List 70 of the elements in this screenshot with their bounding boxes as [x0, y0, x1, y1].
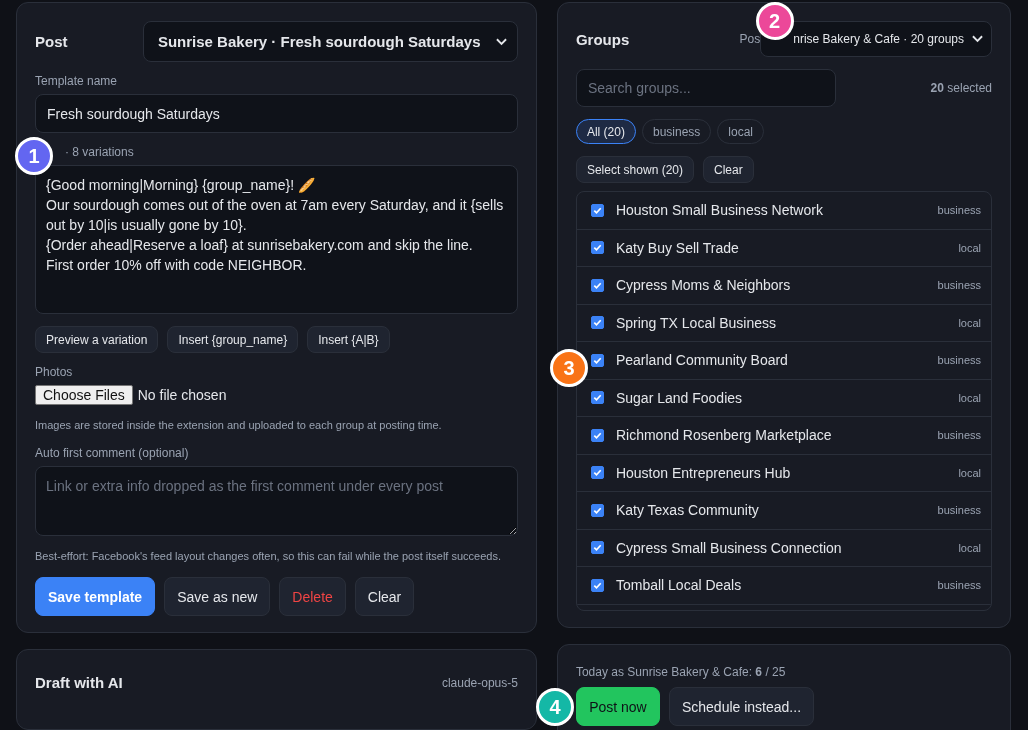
checkbox[interactable] — [590, 391, 604, 405]
action-button[interactable]: Delete — [279, 577, 346, 616]
group-tag: local — [958, 541, 981, 554]
bulk-button[interactable]: Select shown (20) — [575, 156, 694, 183]
checkbox[interactable] — [590, 428, 604, 442]
posting-label: Pos — [739, 32, 761, 46]
checkbox[interactable] — [590, 503, 604, 517]
group-name: Tomball Local Deals — [615, 577, 743, 594]
panel-title: Draft with AI — [35, 674, 123, 691]
checkbox[interactable] — [590, 316, 604, 330]
group-name: Katy Buy Sell Trade — [615, 239, 740, 256]
group-tag: business — [937, 354, 981, 367]
group-tag: local — [958, 241, 981, 254]
group-name: Katy Texas Community — [615, 502, 760, 519]
filter-chip[interactable]: All (20) — [575, 119, 636, 144]
post-text-field[interactable]: {Good morning|Morning} {group_name}! 🥖 Our sourdough comes out of the oven at 7am every Saturday, and it {sells out by 10|is usually gone by 10}. {Order ahead|Reserve a loaf} at sunrisebakery.com and skip the line. First order 10% off with code NEIGHBOR. — [35, 165, 518, 314]
group-tag: local — [958, 391, 981, 404]
group-tag: business — [937, 429, 981, 442]
checkbox[interactable] — [590, 541, 604, 555]
action-button[interactable]: Save as new — [164, 577, 271, 616]
checkbox[interactable] — [590, 466, 604, 480]
insert-button[interactable]: Insert {group_name} — [167, 326, 299, 353]
choose-files-button[interactable]: Choose Files — [35, 385, 133, 405]
step-marker: 3 — [549, 349, 588, 387]
group-tag: business — [937, 279, 981, 292]
hint-text: Best-effort: Facebook's feed layout changes often, so this can fail while the post itself succeeds. — [35, 549, 502, 564]
group-tag: business — [937, 504, 981, 517]
checkbox[interactable] — [590, 353, 604, 367]
insert-button[interactable]: Insert {A|B} — [307, 326, 390, 353]
template-name-field[interactable]: Fresh sourdough Saturdays — [35, 94, 518, 133]
action-button[interactable]: Clear — [354, 577, 415, 616]
file-status: No file chosen — [137, 387, 227, 403]
hint-text: Images are stored inside the extension and uploaded to each group at posting time. — [35, 418, 443, 433]
search-field[interactable]: Search groups... — [575, 69, 836, 107]
group-name: Sugar Land Foodies — [615, 389, 744, 406]
step-marker: 1 — [15, 137, 53, 175]
group-name: Richmond Rosenberg Marketplace — [615, 427, 833, 444]
group-tag: business — [937, 579, 981, 592]
group-name: Cypress Moms & Neighbors — [615, 277, 792, 294]
panel-title: Groups — [575, 30, 630, 48]
group-tag: business — [937, 204, 981, 217]
checkbox[interactable] — [590, 578, 604, 592]
checkbox[interactable] — [590, 203, 604, 217]
bulk-button[interactable]: Clear — [703, 156, 754, 183]
panel-title: Post — [35, 33, 68, 50]
group-name: Cypress Small Business Connection — [615, 539, 843, 556]
group-name: Houston Small Business Network — [615, 202, 824, 219]
group-name: Houston Entrepreneurs Hub — [615, 464, 792, 481]
checkbox[interactable] — [590, 278, 604, 292]
group-tag: local — [958, 316, 981, 329]
model-name: claude-opus-5 — [441, 675, 518, 690]
action-button[interactable]: Save template — [35, 577, 156, 616]
comment-field[interactable]: Link or extra info dropped as the first comment under every post — [35, 466, 518, 536]
step-marker: 4 — [535, 688, 574, 726]
checkbox[interactable] — [590, 241, 604, 255]
insert-button[interactable]: Preview a variation — [35, 326, 159, 353]
field-label: · 8 variations — [65, 145, 134, 159]
field-label: Photos — [35, 365, 74, 379]
selected-count: 20 selected — [930, 81, 992, 95]
chevron-icon — [495, 37, 507, 46]
group-name: Spring TX Local Business — [615, 314, 777, 331]
post-now-button[interactable]: Post now — [575, 687, 660, 726]
chevron-icon — [972, 35, 983, 43]
group-name: Pearland Community Board — [615, 352, 789, 369]
daily-count-text: Today as Sunrise Bakery & Cafe: 6 / 25 — [575, 665, 787, 679]
field-label: Template name — [35, 74, 119, 88]
schedule-button[interactable]: Schedule instead... — [668, 687, 815, 726]
template-select[interactable]: Sunrise Bakery · Fresh sourdough Saturdays — [142, 21, 518, 62]
field-label: Auto first comment (optional) — [35, 446, 190, 460]
group-tag: local — [958, 466, 981, 479]
